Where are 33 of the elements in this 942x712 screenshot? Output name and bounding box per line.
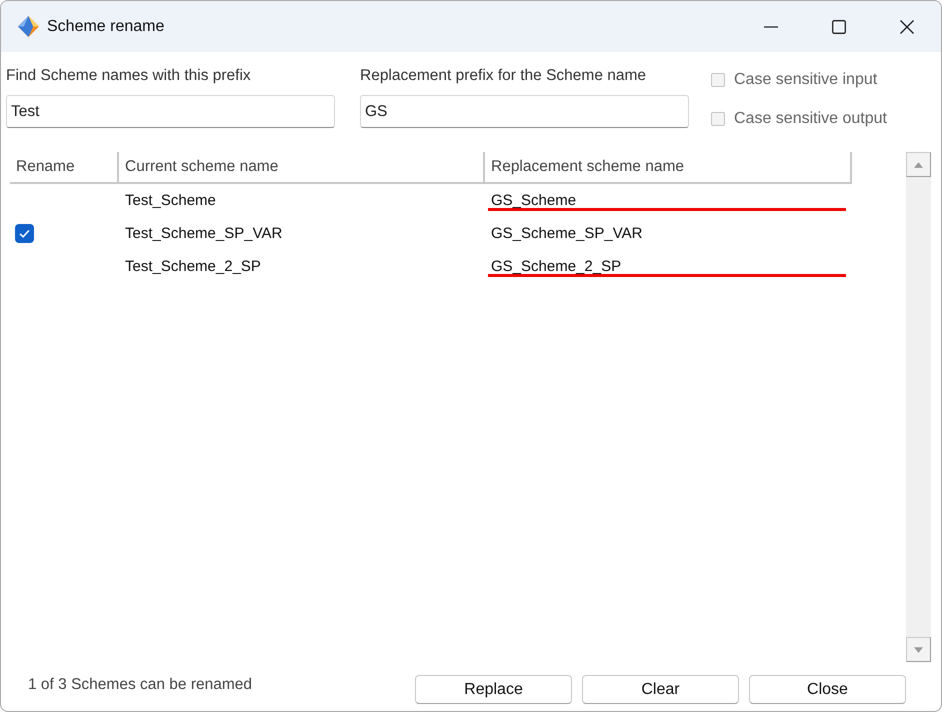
column-header[interactable]: Rename [10,152,119,182]
tick-icon [19,228,30,239]
scroll-down-button[interactable] [906,637,931,662]
column-header[interactable]: Current scheme name [119,152,485,182]
scroll-up-button[interactable] [906,152,931,177]
minimize-icon [764,26,778,28]
dialog-button[interactable]: Clear [582,675,739,704]
dialog-button[interactable]: Close [749,675,906,704]
window-title: Scheme rename [47,18,164,36]
find-prefix-field[interactable]: Test [6,95,335,128]
checkbox[interactable] [711,112,725,126]
find-prefix-label: Find Scheme names with this prefix [6,66,252,86]
scrollbar[interactable] [906,152,931,662]
diamond-icon [18,16,39,37]
dialog-button[interactable]: Replace [415,675,572,704]
close-icon [900,20,914,34]
option-label: Case sensitive input [734,71,878,89]
table-cell: GS_Scheme_2_SP [491,258,622,275]
table-cell: GS_Scheme_SP_VAR [491,225,642,242]
table-cell: GS_Scheme [491,192,576,209]
status-text: 1 of 3 Schemes can be renamed [28,676,252,694]
checkbox[interactable] [15,224,34,243]
checkbox[interactable] [711,73,725,87]
table-cell: Test_Scheme_2_SP [125,258,261,275]
caret-down-icon [914,646,923,652]
replacement-prefix-label: Replacement prefix for the Scheme name [360,66,648,86]
table-cell: Test_Scheme_SP_VAR [125,225,282,242]
column-header[interactable]: Replacement scheme name [485,152,852,182]
option-label: Case sensitive output [734,110,887,128]
caret-up-icon [914,162,923,168]
table-cell: Test_Scheme [125,192,216,209]
replacement-prefix-field[interactable]: GS [360,95,689,128]
maximize-icon [832,20,846,34]
